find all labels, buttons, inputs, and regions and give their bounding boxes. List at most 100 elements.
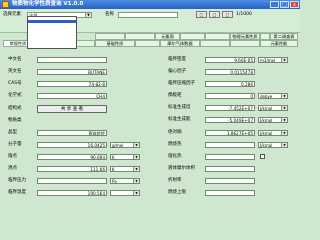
critical-pressure-field[interactable] (37, 178, 107, 184)
tab-2-3[interactable]: 基础性质 (95, 40, 135, 47)
dropdown-item[interactable] (28, 47, 76, 50)
melting-point-field[interactable]: 90.694 (37, 154, 107, 160)
gibbs-energy-field[interactable]: -5.049E+07 (205, 117, 255, 123)
absolute-entropy-unit[interactable]: J/kmol ▼ (258, 130, 288, 136)
chevron-down-icon[interactable]: ▼ (133, 167, 139, 171)
acentric-factor-field[interactable]: 0.0115478 (205, 69, 255, 75)
melting-point-unit[interactable]: K ▼ (110, 154, 140, 160)
tab-1-7[interactable] (260, 33, 270, 40)
label-formation-enthalpy: 标准生成焓 (168, 105, 191, 110)
chevron-down-icon[interactable]: ▼ (133, 143, 139, 147)
fusion-heat-checkbox[interactable] (260, 154, 265, 159)
critical-pressure-unit[interactable]: Pa ▼ (110, 178, 140, 184)
critical-density-unit[interactable]: m3/mol ▼ (258, 57, 288, 63)
boiling-point-unit[interactable]: K ▼ (110, 166, 140, 172)
critical-temperature-unit[interactable]: ▼ (110, 190, 140, 196)
view-structure-button[interactable]: 共 享 查 看 (37, 105, 107, 113)
chevron-down-icon[interactable]: ▼ (85, 13, 91, 17)
label-english-name: 英文名 (8, 69, 22, 74)
label-cas: CAS号 (8, 81, 22, 86)
minimize-button[interactable]: _ (270, 1, 279, 8)
fusion-heat-field[interactable] (205, 154, 255, 160)
chevron-down-icon[interactable]: ▼ (281, 106, 287, 110)
search-input[interactable] (118, 12, 178, 18)
next-page-button[interactable]: □ (222, 11, 233, 18)
refractive-index-field[interactable] (205, 178, 255, 184)
chevron-down-icon[interactable]: ▼ (281, 131, 287, 135)
formula-field[interactable]: CH4 (37, 93, 107, 99)
label-absolute-entropy: 绝对熵 (168, 130, 182, 135)
combustion-heat-unit[interactable]: J/kmol ▼ (258, 142, 288, 148)
tab-2-4[interactable] (135, 40, 160, 47)
formation-enthalpy-unit-value: J/kmol (260, 106, 273, 111)
compressibility-field[interactable]: 0.286 (205, 81, 255, 87)
window-title: 物质物化学性质查询 V1.0.0 (12, 1, 84, 7)
dipole-moment-unit[interactable]: debye ▼ (258, 93, 288, 99)
molecular-weight-unit[interactable]: g/mol ▼ (110, 142, 140, 148)
first-page-button[interactable]: □ (196, 11, 207, 18)
liquid-molar-volume-field[interactable] (205, 166, 255, 172)
tab-2-7[interactable] (230, 40, 260, 47)
label-critical-temperature: 临界温度 (8, 190, 26, 195)
label-gibbs-energy: 标准生成能 (168, 117, 191, 122)
label-combustion-heat: 燃烧热 (168, 142, 182, 147)
tab-1-4[interactable] (180, 33, 205, 40)
label-fusion-heat: 熔化热 (168, 154, 182, 159)
label-dipole-moment: 偶极矩 (168, 93, 182, 98)
absolute-entropy-field[interactable]: 1.8627E+05 (205, 130, 255, 136)
prev-page-button[interactable]: □ (209, 11, 220, 18)
properties-panel: 中文名 英文名 BUTANE CAS号 74-82-8 化学式 CH4 结构式 … (0, 47, 300, 200)
maximize-button[interactable]: □ (280, 1, 289, 8)
formation-enthalpy-unit[interactable]: J/kmol ▼ (258, 105, 288, 111)
molecular-weight-unit-value: g/mol (112, 143, 124, 148)
molecular-weight-field[interactable]: 16.0425 (37, 142, 107, 148)
label-substance-class: 物质类 (8, 118, 22, 123)
combustion-heat-field[interactable] (205, 142, 255, 148)
label-formula: 化学式 (8, 93, 22, 98)
chinese-name-field[interactable] (37, 57, 107, 63)
melting-point-unit-value: K (112, 155, 115, 160)
chevron-down-icon[interactable]: ▼ (133, 191, 139, 195)
tab-1-6[interactable]: 物理元素性质 (230, 33, 260, 40)
tab-2-6[interactable] (200, 40, 230, 47)
label-compressibility: 临界压缩因子 (168, 81, 195, 86)
crystal-field[interactable]: 直链烷烃 (37, 130, 107, 136)
category-label: 选择元素 (3, 12, 21, 17)
critical-density-field[interactable]: 9.60E-05 (205, 57, 255, 63)
label-melting-point: 熔点 (8, 154, 17, 159)
dipole-moment-field[interactable]: 0 (205, 93, 255, 99)
tab-1-3[interactable]: 元素周 (155, 33, 180, 40)
tab-1-2[interactable] (125, 33, 155, 40)
tab-1-5[interactable] (205, 33, 230, 40)
tab-2-5[interactable]: 摩尔气体数据 (160, 40, 200, 47)
boiling-point-field[interactable]: 111.66 (37, 166, 107, 172)
label-structure: 结构式 (8, 106, 22, 111)
tab-1-8[interactable]: 第二调查表 (270, 33, 298, 40)
category-dropdown-list[interactable] (27, 16, 77, 49)
gibbs-energy-unit-value: J/kmol (260, 118, 273, 123)
close-button[interactable]: x (290, 1, 299, 8)
absolute-entropy-unit-value: J/kmol (260, 131, 273, 136)
critical-pressure-unit-value: Pa (112, 179, 117, 184)
chevron-down-icon[interactable]: ▼ (281, 58, 287, 62)
label-crystal: 晶型 (8, 130, 17, 135)
cas-field[interactable]: 74-82-8 (37, 81, 107, 87)
english-name-field[interactable]: BUTANE (37, 69, 107, 75)
upper-flammability-field[interactable] (205, 190, 255, 196)
label-chinese-name: 中文名 (8, 57, 22, 62)
chevron-down-icon[interactable]: ▼ (133, 155, 139, 159)
formation-enthalpy-field[interactable]: -7.452E+07 (205, 105, 255, 111)
page-indicator: 1/1000 (236, 12, 252, 17)
search-label: 名称 (105, 12, 114, 17)
chevron-down-icon[interactable]: ▼ (281, 94, 287, 98)
gibbs-energy-unit[interactable]: J/kmol ▼ (258, 117, 288, 123)
critical-temperature-field[interactable]: 190.564 (37, 190, 107, 196)
chevron-down-icon[interactable]: ▼ (133, 179, 139, 183)
tab-2-8[interactable]: 元素性能 (260, 40, 298, 47)
chevron-down-icon[interactable]: ▼ (281, 143, 287, 147)
tab-1-1[interactable] (95, 33, 125, 40)
label-acentric-factor: 偏心因子 (168, 69, 186, 74)
label-molecular-weight: 分子量 (8, 142, 22, 147)
label-refractive-index: 折射率 (168, 178, 182, 183)
chevron-down-icon[interactable]: ▼ (281, 118, 287, 122)
